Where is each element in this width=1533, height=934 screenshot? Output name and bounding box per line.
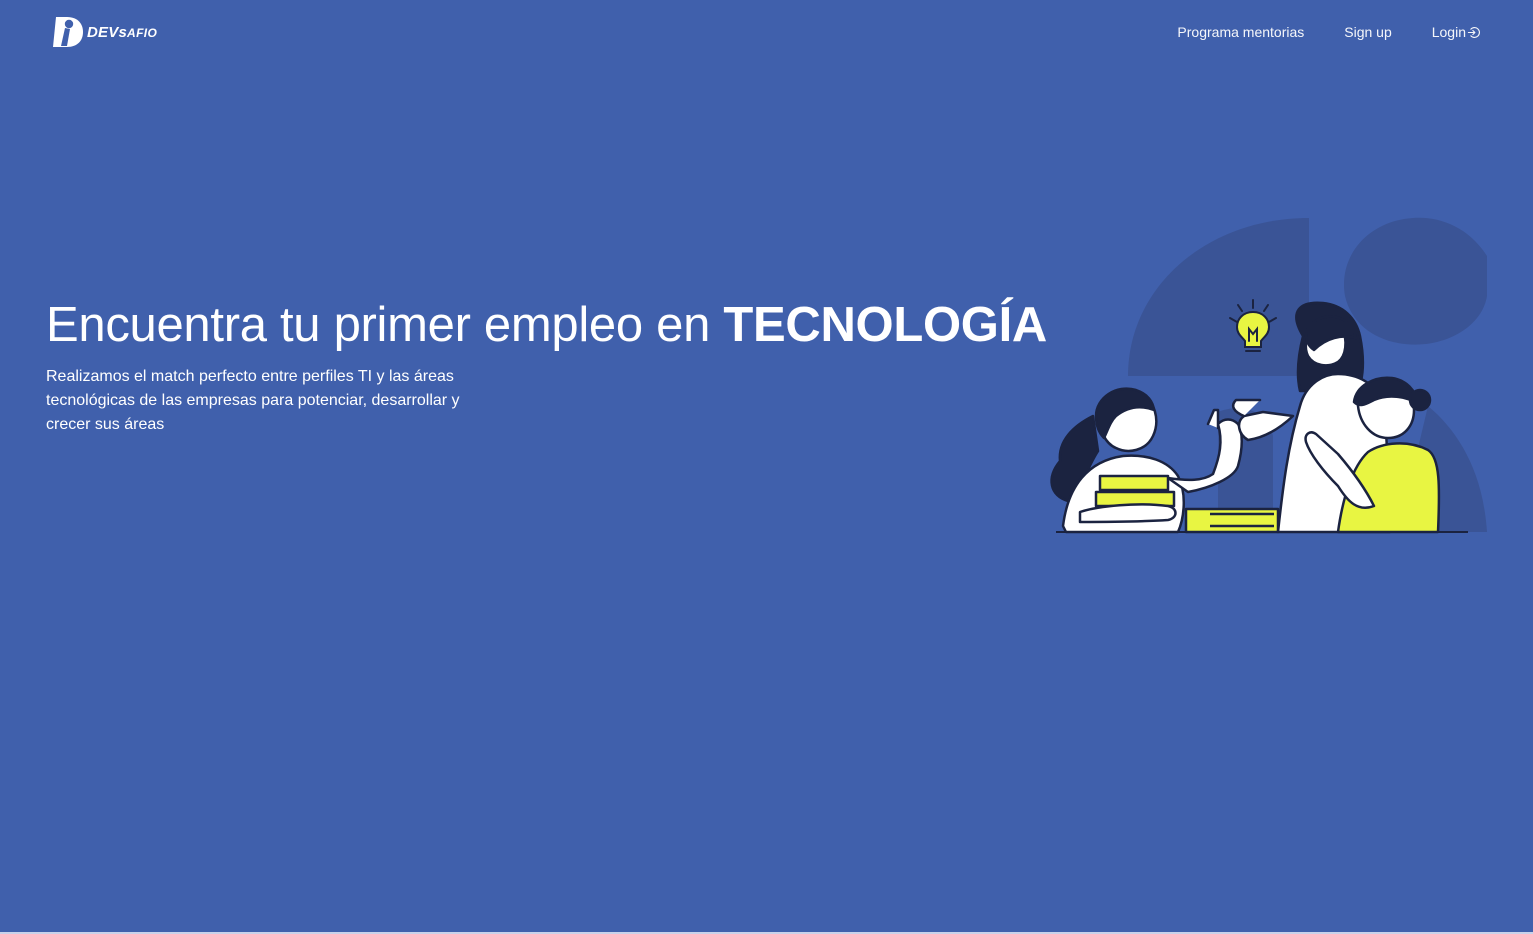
nav-link-login[interactable]: Login <box>1432 22 1480 42</box>
logo-word-big: DEVs <box>87 23 127 41</box>
hero-subtitle: Realizamos el match perfecto entre perfi… <box>46 368 460 433</box>
logo-word-small: AFIO <box>127 25 158 40</box>
hero-title: Encuentra tu primer empleo en TECNOLOGÍA <box>46 296 1047 354</box>
login-label: Login <box>1431 24 1466 40</box>
devsafio-logo-icon <box>53 17 83 47</box>
bg-quarter-circle-shape <box>1128 218 1309 376</box>
top-navbar: DEVs AFIO Programa mentorias Sign up Logi… <box>0 0 1533 64</box>
nav-link-sign-up[interactable]: Sign up <box>1344 22 1391 42</box>
devsafio-logo[interactable]: DEVs AFIO <box>52 15 157 49</box>
hero-title-bold: TECNOLOGÍA <box>723 298 1048 352</box>
nav-links: Programa mentorias Sign up Login <box>1177 22 1480 42</box>
login-icon <box>1467 26 1480 38</box>
bg-blob-shape <box>1343 217 1487 345</box>
logo-wordmark: DEVs AFIO <box>87 25 157 40</box>
mentoring-illustration <box>1050 217 1487 534</box>
hero-title-regular: Encuentra tu primer empleo en <box>46 298 724 352</box>
stacked-books <box>1184 507 1280 534</box>
nav-link-programa-mentorias[interactable]: Programa mentorias <box>1177 22 1304 42</box>
